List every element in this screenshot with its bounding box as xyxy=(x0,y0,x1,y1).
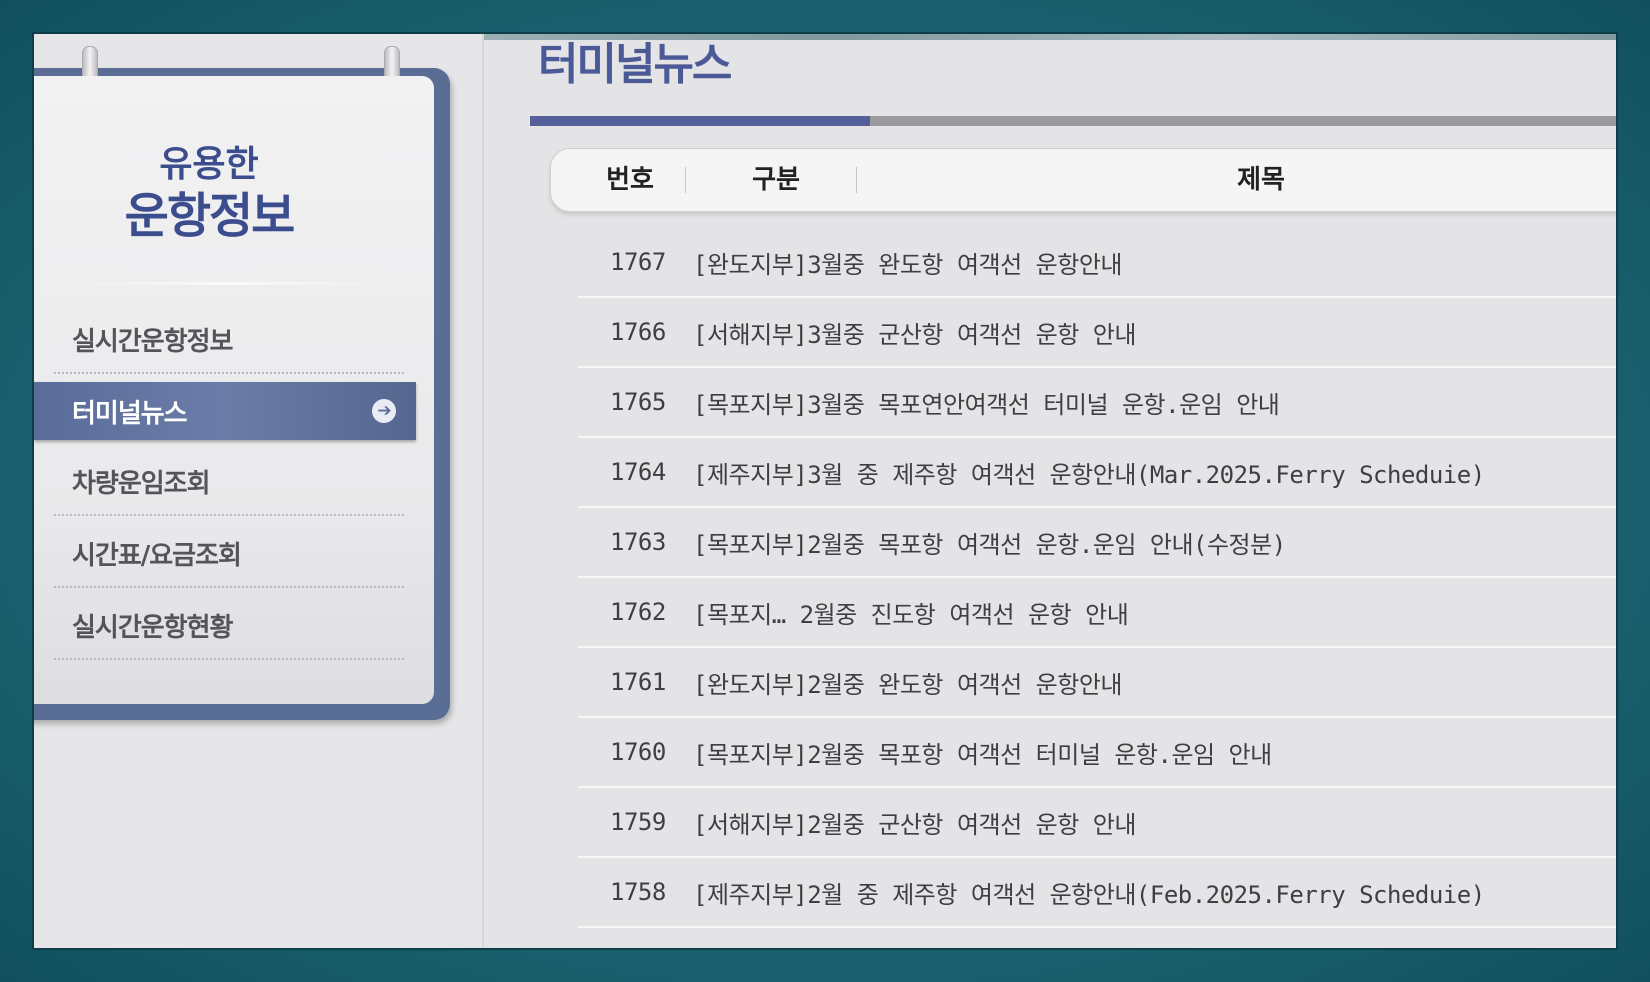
row-title-link[interactable]: [목포지부]2월중 목포항 여객선 운항.운임 안내(수정분) xyxy=(693,525,1286,560)
column-divider xyxy=(685,167,686,193)
column-header-title: 제목 xyxy=(1237,165,1285,195)
sidebar-title-line2: 운항정보 xyxy=(124,188,296,244)
row-title-link[interactable]: [제주지부]3월 중 제주항 여객선 운항안내(Mar.2025.Ferry S… xyxy=(693,455,1485,490)
table-row: 1764 [제주지부]3월 중 제주항 여객선 운항안내(Mar.2025.Fe… xyxy=(578,438,1616,508)
row-title-link[interactable]: [서해지부]2월중 군산항 여객선 운항 안내 xyxy=(693,805,1136,840)
title-underline-accent xyxy=(530,116,870,126)
main-content: 터미널뉴스 번호 구분 제목 1767 [완도지부]3월중 완도항 여객선 운항… xyxy=(530,34,1616,948)
table-row: 1762 [목포지… 2월중 진도항 여객선 운항 안내 xyxy=(578,578,1616,648)
table-row: 1759 [서해지부]2월중 군산항 여객선 운항 안내 xyxy=(578,788,1616,858)
row-number: 1759 xyxy=(610,808,666,836)
row-number: 1765 xyxy=(610,388,666,416)
row-title-link[interactable]: [서해지부]3월중 군산항 여객선 운항 안내 xyxy=(693,315,1136,350)
table-row: 1766 [서해지부]3월중 군산항 여객선 운항 안내 xyxy=(578,298,1616,368)
row-number: 1760 xyxy=(610,738,666,766)
sidebar-item-realtime-status[interactable]: 실시간운항현황 xyxy=(54,592,404,660)
column-header-category: 구분 xyxy=(752,165,800,195)
table-row: 1767 [완도지부]3월중 완도항 여객선 운항안내 xyxy=(578,228,1616,298)
column-divider xyxy=(856,167,857,193)
sidebar-menu: 실시간운항정보 터미널뉴스 ➔ 차량운임조회 시간표/요금조회 실시간운항현황 xyxy=(34,306,416,664)
table-header: 번호 구분 제목 xyxy=(550,148,1616,212)
row-title-link[interactable]: [제주지부]2월 중 제주항 여객선 운항안내(Feb.2025.Ferry S… xyxy=(693,875,1485,910)
row-number: 1758 xyxy=(610,878,666,906)
sidebar-item-label: 터미널뉴스 xyxy=(72,398,188,429)
row-title-link[interactable]: [완도지부]2월중 완도항 여객선 운항안내 xyxy=(693,665,1122,700)
sidebar-title-line1: 유용한 xyxy=(159,144,259,185)
column-header-number: 번호 xyxy=(606,165,654,195)
row-number: 1766 xyxy=(610,318,666,346)
row-title-link[interactable]: [목포지부]2월중 목포항 여객선 터미널 운항.운임 안내 xyxy=(693,735,1272,770)
sidebar-item-label: 차량운임조회 xyxy=(72,468,211,499)
sidebar-item-terminal-news[interactable]: 터미널뉴스 ➔ xyxy=(34,382,416,440)
app-frame: 유용한 운항정보 실시간운항정보 터미널뉴스 ➔ 차량운임조회 시간표/요금조회… xyxy=(34,34,1616,948)
sidebar-panel: 유용한 운항정보 실시간운항정보 터미널뉴스 ➔ 차량운임조회 시간표/요금조회… xyxy=(34,46,450,720)
row-number: 1767 xyxy=(610,248,666,276)
sidebar-item-label: 실시간운항정보 xyxy=(72,326,233,357)
row-number: 1762 xyxy=(610,598,666,626)
news-list: 1767 [완도지부]3월중 완도항 여객선 운항안내 1766 [서해지부]3… xyxy=(578,228,1616,928)
sidebar-item-vehicle-fare[interactable]: 차량운임조회 xyxy=(54,448,404,516)
sidebar-item-label: 시간표/요금조회 xyxy=(72,540,242,571)
row-title-link[interactable]: [목포지… 2월중 진도항 여객선 운항 안내 xyxy=(693,595,1129,630)
row-number: 1763 xyxy=(610,528,666,556)
row-number: 1761 xyxy=(610,668,666,696)
table-row: 1761 [완도지부]2월중 완도항 여객선 운항안내 xyxy=(578,648,1616,718)
sidebar-title-divider xyxy=(64,282,394,285)
table-row: 1760 [목포지부]2월중 목포항 여객선 터미널 운항.운임 안내 xyxy=(578,718,1616,788)
sidebar-title: 유용한 운항정보 xyxy=(34,144,384,246)
table-row: 1763 [목포지부]2월중 목포항 여객선 운항.운임 안내(수정분) xyxy=(578,508,1616,578)
sidebar-column: 유용한 운항정보 실시간운항정보 터미널뉴스 ➔ 차량운임조회 시간표/요금조회… xyxy=(34,34,484,948)
sidebar-item-realtime-info[interactable]: 실시간운항정보 xyxy=(54,306,404,374)
table-row: 1758 [제주지부]2월 중 제주항 여객선 운항안내(Feb.2025.Fe… xyxy=(578,858,1616,928)
table-row: 1765 [목포지부]3월중 목포연안여객선 터미널 운항.운임 안내 xyxy=(578,368,1616,438)
sidebar-item-timetable-fare[interactable]: 시간표/요금조회 xyxy=(54,520,404,588)
arrow-right-circle-icon: ➔ xyxy=(372,399,396,423)
row-number: 1764 xyxy=(610,458,666,486)
sidebar-item-label: 실시간운항현황 xyxy=(72,612,233,643)
row-title-link[interactable]: [완도지부]3월중 완도항 여객선 운항안내 xyxy=(693,245,1122,280)
title-underline-bar xyxy=(530,116,1616,126)
row-title-link[interactable]: [목포지부]3월중 목포연안여객선 터미널 운항.운임 안내 xyxy=(693,385,1280,420)
sidebar-panel-inner: 유용한 운항정보 실시간운항정보 터미널뉴스 ➔ 차량운임조회 시간표/요금조회… xyxy=(34,76,434,704)
page-title: 터미널뉴스 xyxy=(538,39,732,90)
